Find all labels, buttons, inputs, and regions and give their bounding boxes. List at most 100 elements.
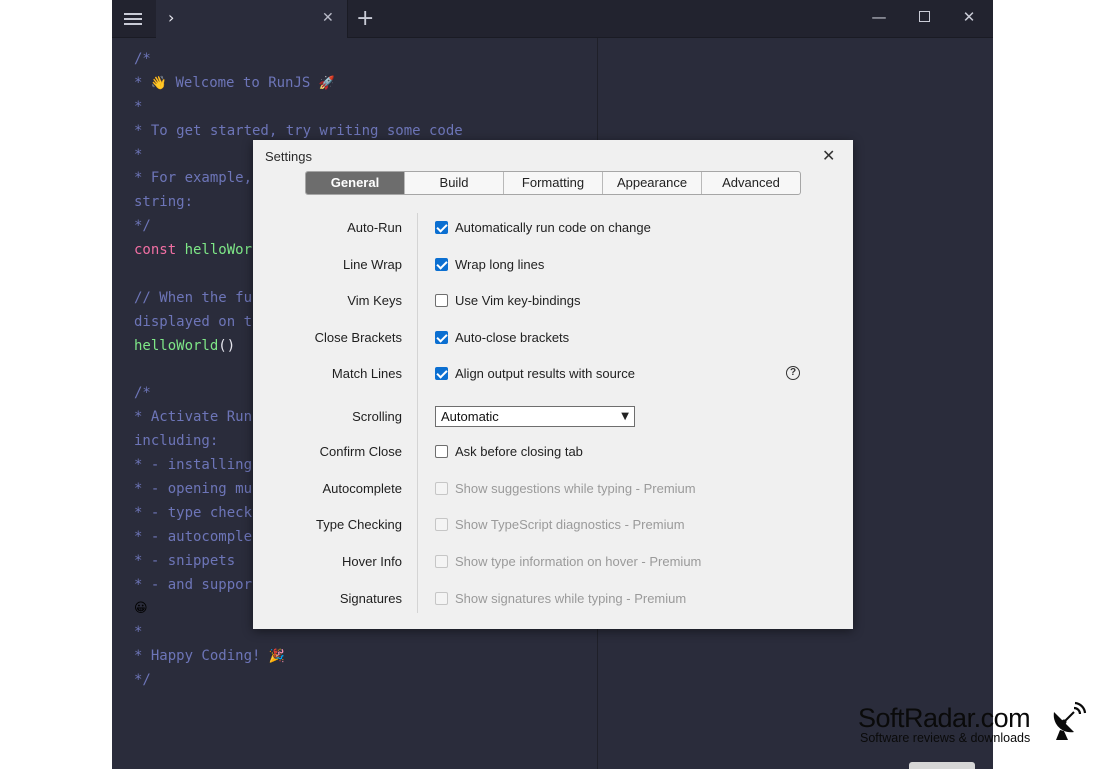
code-line: * <box>134 96 463 120</box>
close-brackets-label: Close Brackets <box>314 330 402 345</box>
softradar-watermark: SoftRadar.com Software reviews & downloa… <box>858 701 1098 748</box>
new-tab-button[interactable]: + <box>356 6 374 31</box>
signatures-checkbox <box>435 592 448 605</box>
code-token: * For example, <box>134 170 253 187</box>
confirm-close-text: Ask before closing tab <box>455 444 583 459</box>
code-token: including: <box>134 433 219 450</box>
hover-info-text: Show type information on hover - Premium <box>455 554 702 569</box>
code-token: * - autocomple <box>134 528 253 545</box>
scrolling-select[interactable]: Automatic ▼ <box>435 406 635 427</box>
close-brackets-checkbox[interactable] <box>435 331 448 344</box>
code-token: * - opening mu <box>134 481 253 498</box>
tab-close-icon[interactable]: ✕ <box>322 10 334 26</box>
editor-tab[interactable]: › ✕ <box>156 0 348 38</box>
dialog-title: Settings <box>265 149 312 164</box>
code-line: */ <box>134 669 463 693</box>
code-token: * <box>134 624 143 641</box>
code-token: helloWor <box>184 242 253 259</box>
vim-keys-text: Use Vim key-bindings <box>455 293 581 308</box>
scrolling-label: Scrolling <box>352 409 402 424</box>
vim-keys-checkbox[interactable] <box>435 294 448 307</box>
maximize-button[interactable] <box>914 8 934 26</box>
code-line: * Happy Coding! 🎉 <box>134 645 463 669</box>
auto-run-text: Automatically run code on change <box>455 220 651 235</box>
title-bar: › ✕ + — ✕ <box>112 0 993 38</box>
type-checking-option: Show TypeScript diagnostics - Premium <box>435 517 685 532</box>
type-checking-label: Type Checking <box>316 517 402 532</box>
signatures-option: Show signatures while typing - Premium <box>435 591 686 606</box>
tab-general[interactable]: General <box>306 172 405 194</box>
code-token: * To get started, try writing some code <box>134 122 463 139</box>
match-lines-label: Match Lines <box>331 366 402 381</box>
vim-keys-option[interactable]: Use Vim key-bindings <box>435 293 580 308</box>
code-token: // When the fu <box>134 289 253 306</box>
code-token: () <box>218 337 236 354</box>
autocomplete-label: Autocomplete <box>322 481 403 496</box>
emoji-glyph: 😀 <box>134 601 148 617</box>
autocomplete-option: Show suggestions while typing - Premium <box>435 481 696 496</box>
watermark-subtitle: Software reviews & downloads <box>860 731 1031 745</box>
signatures-label: Signatures <box>339 591 402 606</box>
code-token: /* <box>134 385 151 402</box>
hover-info-option: Show type information on hover - Premium <box>435 554 701 569</box>
settings-divider <box>417 213 418 613</box>
code-token: helloWorld <box>134 337 219 354</box>
code-token: * Activate Run <box>134 409 253 426</box>
autocomplete-text: Show suggestions while typing - Premium <box>455 481 696 496</box>
scrolling-value: Automatic <box>441 409 499 424</box>
line-wrap-text: Wrap long lines <box>455 257 545 272</box>
type-checking-checkbox <box>435 518 448 531</box>
close-brackets-text: Auto-close brackets <box>455 330 570 345</box>
code-token: string: <box>134 194 194 211</box>
help-icon[interactable]: ? <box>786 366 800 380</box>
auto-run-option[interactable]: Automatically run code on change <box>435 220 651 235</box>
type-checking-text: Show TypeScript diagnostics - Premium <box>455 517 685 532</box>
satellite-dish-icon <box>1053 701 1087 740</box>
chevron-down-icon: ▼ <box>621 411 629 422</box>
match-lines-checkbox[interactable] <box>435 367 448 380</box>
settings-tabs: General Build Formatting Appearance Adva… <box>305 171 801 195</box>
confirm-close-label: Confirm Close <box>319 444 402 459</box>
match-lines-option[interactable]: Align output results with source <box>435 366 635 381</box>
minimize-button[interactable]: — <box>869 8 889 26</box>
tab-build[interactable]: Build <box>405 172 504 194</box>
dialog-close-icon[interactable]: ✕ <box>822 146 835 165</box>
code-token: */ <box>134 218 151 235</box>
auto-run-label: Auto-Run <box>347 220 402 235</box>
confirm-close-option[interactable]: Ask before closing tab <box>435 444 583 459</box>
emoji-glyph: 👋 <box>150 75 168 91</box>
hover-info-label: Hover Info <box>342 554 402 569</box>
code-token: * - snippets <box>134 552 236 569</box>
confirm-close-checkbox[interactable] <box>435 445 448 458</box>
auto-run-checkbox[interactable] <box>435 221 448 234</box>
settings-dialog: Settings ✕ General Build Formatting Appe… <box>253 140 853 629</box>
autocomplete-checkbox <box>435 482 448 495</box>
signatures-text: Show signatures while typing - Premium <box>455 591 687 606</box>
code-token: * - installing <box>134 457 253 474</box>
close-brackets-option[interactable]: Auto-close brackets <box>435 330 569 345</box>
code-token: displayed on t <box>134 313 253 330</box>
code-token: */ <box>134 672 151 689</box>
code-token: * Happy Coding! <box>134 648 269 665</box>
scrollbar-thumb[interactable] <box>909 762 975 769</box>
window-close-button[interactable]: ✕ <box>959 8 979 26</box>
code-token: * <box>134 98 143 115</box>
emoji-glyph: 🚀 <box>318 75 335 91</box>
emoji-glyph: 🎉 <box>268 649 286 665</box>
code-token: * <box>134 74 151 91</box>
code-token: * - type check <box>134 504 253 521</box>
vim-keys-label: Vim Keys <box>347 293 402 308</box>
watermark-title: SoftRadar.com <box>858 703 1031 733</box>
tab-formatting[interactable]: Formatting <box>504 172 603 194</box>
chevron-right-icon: › <box>168 8 175 27</box>
tab-appearance[interactable]: Appearance <box>603 172 702 194</box>
code-token: const <box>134 242 185 259</box>
code-token: * <box>134 146 143 163</box>
tab-advanced[interactable]: Advanced <box>702 172 800 194</box>
code-token: Welcome to RunJS <box>167 74 319 91</box>
line-wrap-checkbox[interactable] <box>435 258 448 271</box>
line-wrap-option[interactable]: Wrap long lines <box>435 257 544 272</box>
code-token: /* <box>134 51 151 67</box>
match-lines-text: Align output results with source <box>455 366 635 381</box>
hamburger-menu-icon[interactable] <box>124 11 146 27</box>
